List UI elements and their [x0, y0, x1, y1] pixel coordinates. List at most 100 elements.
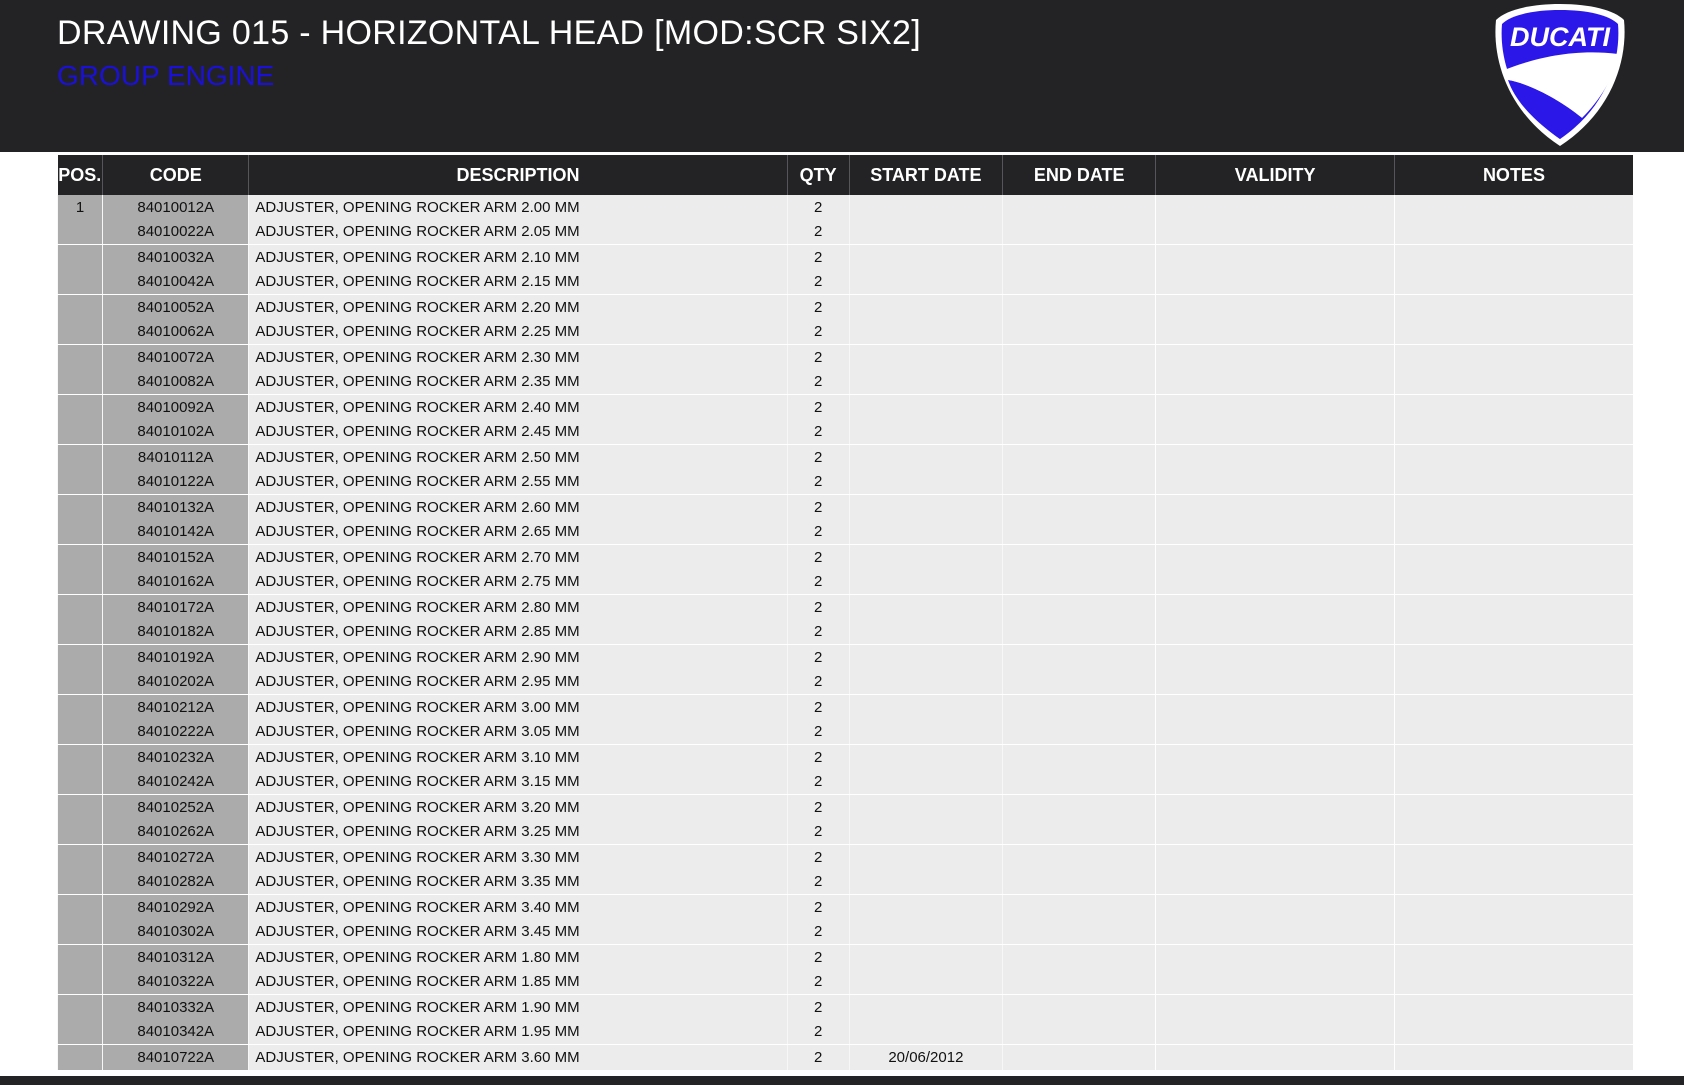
- column-header-qty[interactable]: QTY: [786, 155, 850, 195]
- pos-cell: [56, 1044, 103, 1070]
- validity-cell: [1155, 369, 1395, 395]
- notes-cell: [1393, 195, 1633, 220]
- qty-cell: 2: [786, 394, 850, 420]
- table-row[interactable]: 84010022A ADJUSTER, OPENING ROCKER ARM 2.…: [56, 219, 1633, 245]
- table-row[interactable]: 84010202A ADJUSTER, OPENING ROCKER ARM 2.…: [56, 669, 1633, 695]
- qty-cell: 2: [786, 1044, 850, 1070]
- column-header-validity[interactable]: VALIDITY: [1155, 155, 1395, 195]
- qty-cell: 2: [786, 694, 850, 720]
- column-header-end-date[interactable]: END DATE: [1002, 155, 1156, 195]
- table-row[interactable]: 84010072A ADJUSTER, OPENING ROCKER ARM 2.…: [56, 344, 1633, 370]
- table-row[interactable]: 84010122A ADJUSTER, OPENING ROCKER ARM 2.…: [56, 469, 1633, 495]
- end-date-cell: [1002, 694, 1156, 720]
- table-row[interactable]: 84010092A ADJUSTER, OPENING ROCKER ARM 2.…: [56, 394, 1633, 420]
- table-row[interactable]: 84010172A ADJUSTER, OPENING ROCKER ARM 2.…: [56, 594, 1633, 620]
- table-row[interactable]: 84010332A ADJUSTER, OPENING ROCKER ARM 1.…: [56, 994, 1633, 1020]
- end-date-cell: [1002, 819, 1156, 845]
- table-row[interactable]: 84010102A ADJUSTER, OPENING ROCKER ARM 2.…: [56, 419, 1633, 445]
- qty-cell: 2: [786, 244, 850, 270]
- qty-cell: 2: [786, 519, 850, 545]
- validity-cell: [1155, 544, 1395, 570]
- start-date-cell: [848, 994, 1003, 1020]
- description-cell: ADJUSTER, OPENING ROCKER ARM 2.40 MM: [248, 394, 788, 420]
- table-row[interactable]: 84010242A ADJUSTER, OPENING ROCKER ARM 3.…: [56, 769, 1633, 795]
- table-row[interactable]: 84010162A ADJUSTER, OPENING ROCKER ARM 2.…: [56, 569, 1633, 595]
- pos-cell: [56, 1019, 103, 1045]
- description-cell: ADJUSTER, OPENING ROCKER ARM 3.05 MM: [248, 719, 788, 745]
- column-header-notes[interactable]: NOTES: [1393, 155, 1633, 195]
- table-row[interactable]: 1 84010012A ADJUSTER, OPENING ROCKER ARM 2…: [56, 195, 1633, 220]
- column-header-start-date[interactable]: START DATE: [848, 155, 1003, 195]
- code-cell: 84010322A: [102, 969, 249, 995]
- table-row[interactable]: 84010302A ADJUSTER, OPENING ROCKER ARM 3.…: [56, 919, 1633, 945]
- end-date-cell: [1002, 569, 1156, 595]
- ducati-logo: DUCATI: [1490, 0, 1630, 148]
- code-cell: 84010202A: [102, 669, 249, 695]
- table-row[interactable]: 84010182A ADJUSTER, OPENING ROCKER ARM 2.…: [56, 619, 1633, 645]
- start-date-cell: [848, 444, 1003, 470]
- table-row[interactable]: 84010152A ADJUSTER, OPENING ROCKER ARM 2.…: [56, 544, 1633, 570]
- table-row[interactable]: 84010112A ADJUSTER, OPENING ROCKER ARM 2.…: [56, 444, 1633, 470]
- notes-cell: [1393, 494, 1633, 520]
- validity-cell: [1155, 919, 1395, 945]
- description-cell: ADJUSTER, OPENING ROCKER ARM 3.45 MM: [248, 919, 788, 945]
- start-date-cell: [848, 1019, 1003, 1045]
- column-header-pos[interactable]: POS.: [57, 155, 103, 195]
- end-date-cell: [1002, 1019, 1156, 1045]
- table-row[interactable]: 84010312A ADJUSTER, OPENING ROCKER ARM 1.…: [56, 944, 1633, 970]
- description-cell: ADJUSTER, OPENING ROCKER ARM 2.95 MM: [248, 669, 788, 695]
- table-row[interactable]: 84010052A ADJUSTER, OPENING ROCKER ARM 2.…: [56, 294, 1633, 320]
- pos-cell: [56, 494, 103, 520]
- description-cell: ADJUSTER, OPENING ROCKER ARM 3.35 MM: [248, 869, 788, 895]
- notes-cell: [1393, 394, 1633, 420]
- column-header-code[interactable]: CODE: [102, 155, 249, 195]
- table-row[interactable]: 84010062A ADJUSTER, OPENING ROCKER ARM 2.…: [56, 319, 1633, 345]
- start-date-cell: [848, 419, 1003, 445]
- description-cell: ADJUSTER, OPENING ROCKER ARM 1.85 MM: [248, 969, 788, 995]
- pos-cell: [56, 219, 103, 245]
- table-row[interactable]: 84010082A ADJUSTER, OPENING ROCKER ARM 2.…: [56, 369, 1633, 395]
- table-row[interactable]: 84010262A ADJUSTER, OPENING ROCKER ARM 3.…: [56, 819, 1633, 845]
- table-row[interactable]: 84010042A ADJUSTER, OPENING ROCKER ARM 2.…: [56, 269, 1633, 295]
- table-header-row: POS. CODE DESCRIPTION QTY START DATE END…: [57, 155, 1633, 195]
- table-row[interactable]: 84010292A ADJUSTER, OPENING ROCKER ARM 3.…: [56, 894, 1633, 920]
- column-header-description[interactable]: DESCRIPTION: [248, 155, 788, 195]
- description-cell: ADJUSTER, OPENING ROCKER ARM 2.15 MM: [248, 269, 788, 295]
- table-row[interactable]: 84010032A ADJUSTER, OPENING ROCKER ARM 2.…: [56, 244, 1633, 270]
- validity-cell: [1155, 219, 1395, 245]
- end-date-cell: [1002, 219, 1156, 245]
- notes-cell: [1393, 919, 1633, 945]
- table-row[interactable]: 84010132A ADJUSTER, OPENING ROCKER ARM 2.…: [56, 494, 1633, 520]
- code-cell: 84010132A: [102, 494, 249, 520]
- table-row[interactable]: 84010282A ADJUSTER, OPENING ROCKER ARM 3.…: [56, 869, 1633, 895]
- qty-cell: 2: [786, 844, 850, 870]
- qty-cell: 2: [786, 869, 850, 895]
- table-row[interactable]: 84010192A ADJUSTER, OPENING ROCKER ARM 2.…: [56, 644, 1633, 670]
- pos-cell: [56, 744, 103, 770]
- notes-cell: [1393, 869, 1633, 895]
- qty-cell: 2: [786, 219, 850, 245]
- table-row[interactable]: 84010232A ADJUSTER, OPENING ROCKER ARM 3.…: [56, 744, 1633, 770]
- start-date-cell: [848, 919, 1003, 945]
- start-date-cell: [848, 794, 1003, 820]
- table-row[interactable]: 84010252A ADJUSTER, OPENING ROCKER ARM 3.…: [56, 794, 1633, 820]
- pos-cell: [56, 444, 103, 470]
- table-row[interactable]: 84010222A ADJUSTER, OPENING ROCKER ARM 3.…: [56, 719, 1633, 745]
- description-cell: ADJUSTER, OPENING ROCKER ARM 2.55 MM: [248, 469, 788, 495]
- table-row[interactable]: 84010322A ADJUSTER, OPENING ROCKER ARM 1.…: [56, 969, 1633, 995]
- qty-cell: 2: [786, 969, 850, 995]
- description-cell: ADJUSTER, OPENING ROCKER ARM 2.85 MM: [248, 619, 788, 645]
- end-date-cell: [1002, 969, 1156, 995]
- table-row[interactable]: 84010342A ADJUSTER, OPENING ROCKER ARM 1.…: [56, 1019, 1633, 1045]
- qty-cell: 2: [786, 644, 850, 670]
- table-row[interactable]: 84010142A ADJUSTER, OPENING ROCKER ARM 2.…: [56, 519, 1633, 545]
- notes-cell: [1393, 619, 1633, 645]
- table-row[interactable]: 84010272A ADJUSTER, OPENING ROCKER ARM 3.…: [56, 844, 1633, 870]
- table-row[interactable]: 84010722A ADJUSTER, OPENING ROCKER ARM 3.…: [56, 1044, 1633, 1070]
- pos-cell: [56, 344, 103, 370]
- start-date-cell: [848, 319, 1003, 345]
- start-date-cell: [848, 619, 1003, 645]
- qty-cell: 2: [786, 369, 850, 395]
- qty-cell: 2: [786, 719, 850, 745]
- table-row[interactable]: 84010212A ADJUSTER, OPENING ROCKER ARM 3.…: [56, 694, 1633, 720]
